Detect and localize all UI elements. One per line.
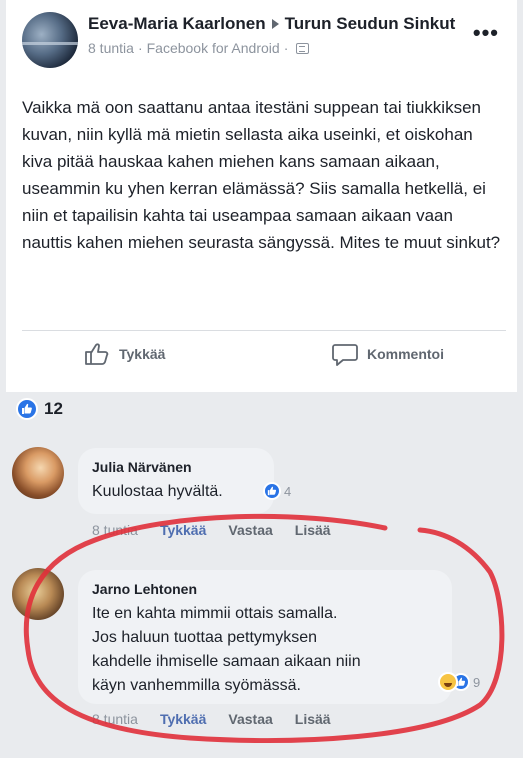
comment-like-button[interactable]: Tykkää (160, 711, 206, 727)
author-line: Eeva-Maria Kaarlonen Turun Seudun Sinkut (88, 12, 468, 36)
comment-text-line: käyn vanhemmilla syömässä. (92, 677, 301, 694)
comment-reply-button[interactable]: Vastaa (228, 522, 272, 538)
group-name[interactable]: Turun Seudun Sinkut (285, 14, 456, 33)
like-reaction-icon (16, 398, 38, 420)
comment-actions: 8 tuntia Tykkää Vastaa Lisää (92, 522, 331, 538)
comment-text-line: kahdelle ihmiselle samaan aikaan niin (92, 653, 361, 670)
like-reaction-icon (263, 482, 281, 500)
commenter-avatar[interactable] (12, 568, 64, 620)
comment-reactions[interactable]: 9 (438, 672, 480, 692)
author-avatar[interactable] (22, 12, 78, 68)
like-button[interactable]: Tykkää (84, 342, 165, 366)
comment-bubble: Julia Närvänen Kuulostaa hyvältä. (78, 448, 274, 514)
comment-reaction-count: 4 (284, 483, 292, 499)
like-label: Tykkää (119, 346, 166, 362)
post-header: Eeva-Maria Kaarlonen Turun Seudun Sinkut … (88, 12, 468, 56)
group-privacy-icon (296, 42, 310, 54)
more-options-button[interactable]: ••• (473, 20, 499, 46)
divider (22, 330, 506, 331)
comment-reply-button[interactable]: Vastaa (228, 711, 272, 727)
post-meta: 8 tuntia · Facebook for Android · (88, 40, 468, 56)
comment-more-button[interactable]: Lisää (295, 522, 331, 538)
comment-text: Kuulostaa hyvältä. (92, 483, 223, 500)
commenter-avatar[interactable] (12, 447, 64, 499)
post-card: Eeva-Maria Kaarlonen Turun Seudun Sinkut … (6, 0, 517, 392)
comment-icon (332, 344, 358, 366)
haha-reaction-icon (438, 672, 458, 692)
comment-actions: 8 tuntia Tykkää Vastaa Lisää (92, 711, 331, 727)
thumbs-up-icon (85, 343, 109, 365)
comment-text-line: Jos haluun tuottaa pettymyksen (92, 629, 318, 646)
comment-reaction-count: 9 (473, 674, 481, 690)
reaction-summary[interactable]: 12 (16, 398, 63, 420)
comment-more-button[interactable]: Lisää (295, 711, 331, 727)
comment-text-line: Ite en kahta mimmii ottais samalla. (92, 605, 338, 622)
comment-like-button[interactable]: Tykkää (160, 522, 206, 538)
comment-time[interactable]: 8 tuntia (92, 711, 138, 727)
reaction-count: 12 (44, 399, 63, 418)
author-name[interactable]: Eeva-Maria Kaarlonen (88, 14, 266, 33)
comment-reactions[interactable]: 4 (263, 482, 291, 500)
post-time[interactable]: 8 tuntia (88, 40, 134, 56)
commenter-name[interactable]: Julia Närvänen (92, 458, 260, 476)
comment-button[interactable]: Kommentoi (332, 342, 444, 366)
comment-text: Ite en kahta mimmii ottais samalla. Jos … (92, 602, 438, 698)
post-text: Vaikka mä oon saattanu antaa itestäni su… (22, 98, 501, 252)
arrow-right-icon (271, 19, 279, 30)
commenter-name[interactable]: Jarno Lehtonen (92, 580, 438, 598)
comment-time[interactable]: 8 tuntia (92, 522, 138, 538)
comment-label: Kommentoi (367, 346, 444, 362)
comment-bubble: Jarno Lehtonen Ite en kahta mimmii ottai… (78, 570, 452, 704)
post-source: Facebook for Android (146, 40, 280, 56)
